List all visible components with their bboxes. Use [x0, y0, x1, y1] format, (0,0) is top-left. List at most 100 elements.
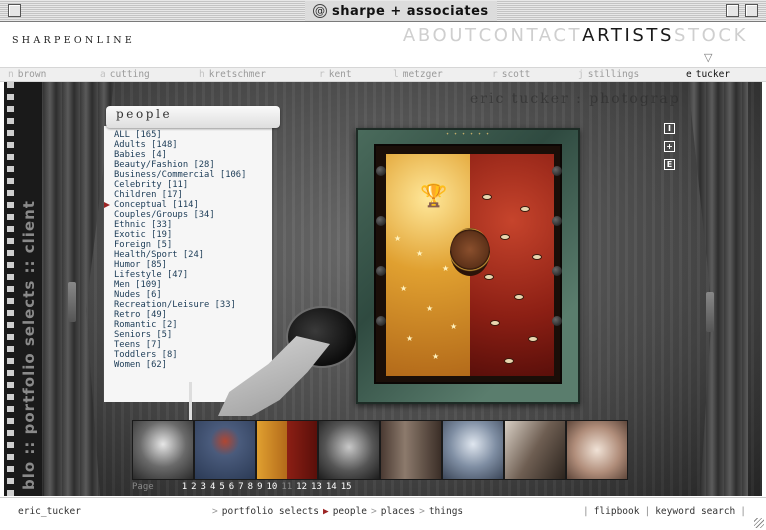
- page-link[interactable]: 3: [201, 482, 206, 492]
- category-item[interactable]: Business/Commercial [106]: [114, 170, 246, 180]
- category-item[interactable]: Retro [49]: [114, 310, 246, 320]
- eye-icon: [520, 206, 530, 212]
- chevron-right-icon: >: [212, 506, 218, 517]
- category-item[interactable]: Children [17]: [114, 190, 246, 200]
- page-link-current[interactable]: 11: [281, 482, 292, 492]
- resize-grip-icon[interactable]: [754, 518, 764, 528]
- category-item[interactable]: Exotic [19]: [114, 230, 246, 240]
- browser-at-icon: @: [313, 4, 327, 18]
- category-item[interactable]: Women [62]: [114, 360, 246, 370]
- category-item[interactable]: Foreign [5]: [114, 240, 246, 250]
- category-item[interactable]: Seniors [5]: [114, 330, 246, 340]
- category-item[interactable]: Nudes [6]: [114, 290, 246, 300]
- collapse-box-icon[interactable]: [745, 4, 758, 17]
- nav-artists[interactable]: ARTISTS: [582, 25, 674, 46]
- thumbnail-5[interactable]: [380, 420, 442, 480]
- thumbnail-3[interactable]: [256, 420, 318, 480]
- scroll-stick: [189, 382, 192, 420]
- flipbook-link[interactable]: flipbook: [594, 506, 640, 517]
- category-item[interactable]: Lifestyle [47]: [114, 270, 246, 280]
- plus-icon[interactable]: +: [664, 141, 675, 152]
- crumb-portfolio-selects[interactable]: portfolio selects: [222, 506, 319, 517]
- eye-icon: [532, 254, 542, 260]
- category-item[interactable]: Babies [4]: [114, 150, 246, 160]
- zoom-box-icon[interactable]: [726, 4, 739, 17]
- crumb-people[interactable]: people: [333, 506, 367, 517]
- thumbnail-4[interactable]: [318, 420, 380, 480]
- knob-icon: [552, 316, 562, 326]
- dropdown-arrow-icon[interactable]: ▽: [704, 51, 712, 64]
- category-item-selected[interactable]: Conceptual [114]: [103, 200, 246, 210]
- artist-metzger[interactable]: l metzger: [393, 69, 443, 80]
- thumbnail-8[interactable]: [566, 420, 628, 480]
- thumbnail-6[interactable]: [442, 420, 504, 480]
- eye-icon: [484, 274, 494, 280]
- nav-stock[interactable]: STOCK: [674, 25, 748, 46]
- portfolio-stage: blo :: portfolio selects :: client eric …: [4, 82, 762, 496]
- page-link[interactable]: 14: [326, 482, 337, 492]
- crumb-things[interactable]: things: [429, 506, 463, 517]
- nav-about[interactable]: ABOUT: [403, 25, 479, 46]
- close-box-icon[interactable]: [8, 4, 21, 17]
- page-link[interactable]: 4: [210, 482, 215, 492]
- category-item[interactable]: ALL [165]: [114, 130, 246, 140]
- page-link[interactable]: 9: [257, 482, 262, 492]
- eye-icon: [514, 294, 524, 300]
- artist-kent[interactable]: r kent: [319, 69, 352, 80]
- artist-stillings[interactable]: j stillings: [578, 69, 639, 80]
- divider: |: [582, 506, 589, 517]
- star-icon: ★: [432, 352, 440, 361]
- category-item[interactable]: Celebrity [11]: [114, 180, 246, 190]
- artist-tucker[interactable]: e tucker: [686, 69, 730, 80]
- artist-kretschmer[interactable]: h kretschmer: [199, 69, 266, 80]
- category-item[interactable]: Recreation/Leisure [33]: [114, 300, 246, 310]
- category-item[interactable]: Health/Sport [24]: [114, 250, 246, 260]
- thumbnail-1[interactable]: [132, 420, 194, 480]
- page-link[interactable]: 8: [248, 482, 253, 492]
- page-link[interactable]: 13: [311, 482, 322, 492]
- category-item[interactable]: Couples/Groups [34]: [114, 210, 246, 220]
- page-link[interactable]: 5: [219, 482, 224, 492]
- eye-icon: [504, 358, 514, 364]
- chalice-icon: 🏆: [420, 184, 448, 209]
- category-item[interactable]: Beauty/Fashion [28]: [114, 160, 246, 170]
- nav-contact[interactable]: CONTACT: [479, 25, 583, 46]
- knob-icon: [376, 266, 386, 276]
- page-link[interactable]: 10: [266, 482, 277, 492]
- info-icon[interactable]: I: [664, 123, 675, 134]
- thumbnail-2[interactable]: [194, 420, 256, 480]
- image-actions: I + E: [664, 123, 675, 170]
- artist-scott[interactable]: r scott: [492, 69, 530, 80]
- star-icon: ★: [406, 334, 414, 343]
- featured-artwork[interactable]: ✦ ✦ ✦ ✦ ✦ ✦ 🏆 ★ ★ ★ ★ ★ ★ ★ ★: [356, 128, 580, 404]
- category-item[interactable]: Romantic [2]: [114, 320, 246, 330]
- window-titlebar[interactable]: @ sharpe + associates: [0, 0, 766, 22]
- category-item[interactable]: Ethnic [33]: [114, 220, 246, 230]
- category-list: ALL [165] Adults [148] Babies [4] Beauty…: [103, 130, 246, 370]
- keyword-search-link[interactable]: keyword search: [655, 506, 735, 517]
- page-link[interactable]: 2: [191, 482, 196, 492]
- page-link[interactable]: 1: [182, 482, 187, 492]
- site-logo[interactable]: SHARPEONLINE: [12, 35, 135, 46]
- pager-label: Page: [132, 482, 154, 492]
- knob-icon: [552, 266, 562, 276]
- star-icon: ★: [400, 284, 408, 293]
- category-item[interactable]: Humor [85]: [114, 260, 246, 270]
- artist-cutting[interactable]: a cutting: [100, 69, 150, 80]
- crumb-places[interactable]: places: [381, 506, 415, 517]
- page-link[interactable]: 15: [341, 482, 352, 492]
- page-link[interactable]: 7: [238, 482, 243, 492]
- category-item[interactable]: Adults [148]: [114, 140, 246, 150]
- frame-caption-decoration: ✦ ✦ ✦ ✦ ✦ ✦: [445, 131, 491, 137]
- thumbnail-7[interactable]: [504, 420, 566, 480]
- eye-icon: [490, 320, 500, 326]
- artist-brown[interactable]: n brown: [8, 69, 46, 80]
- category-item[interactable]: Toddlers [8]: [114, 350, 246, 360]
- category-item[interactable]: Men [109]: [114, 280, 246, 290]
- page-link[interactable]: 6: [229, 482, 234, 492]
- email-icon[interactable]: E: [664, 159, 675, 170]
- page-link[interactable]: 12: [296, 482, 307, 492]
- tassel-right-icon: [706, 292, 714, 332]
- category-item[interactable]: Teens [7]: [114, 340, 246, 350]
- star-icon: ★: [416, 249, 424, 258]
